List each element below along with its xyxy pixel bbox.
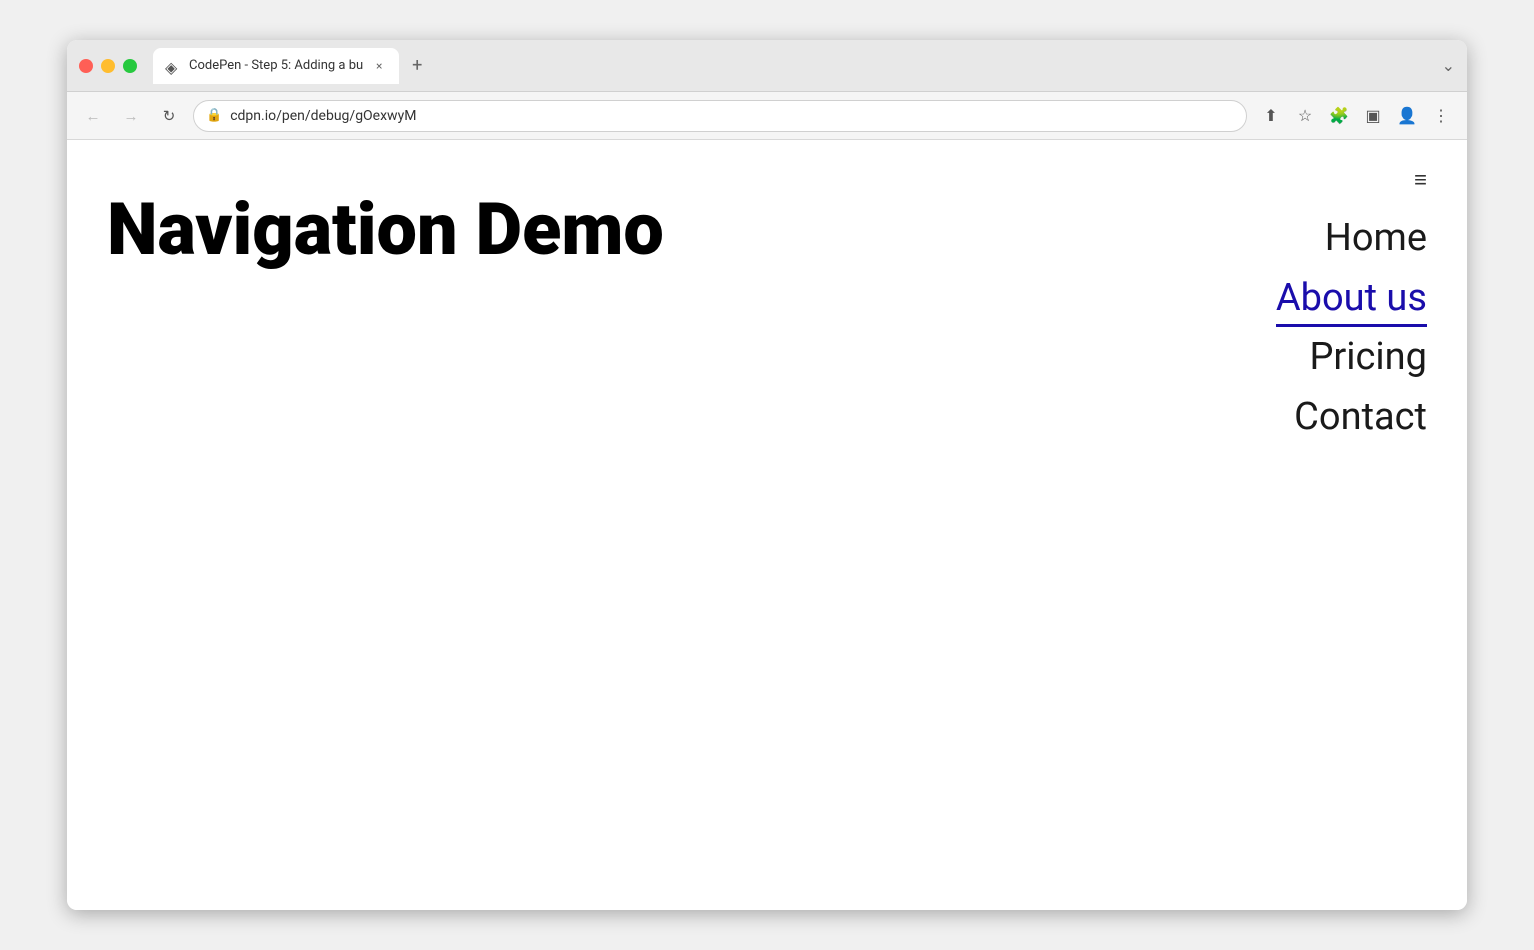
sidebar-button[interactable]: ▣ <box>1359 102 1387 130</box>
maximize-button[interactable] <box>123 59 137 73</box>
nav-link-home[interactable]: Home <box>1325 208 1427 268</box>
profile-button[interactable]: 👤 <box>1393 102 1421 130</box>
tab-close-button[interactable]: × <box>371 58 387 74</box>
browser-window: ◈ CodePen - Step 5: Adding a bu × + ⌄ ← … <box>67 40 1467 910</box>
forward-button[interactable]: → <box>117 102 145 130</box>
nav-links: Home About us Pricing Contact <box>1276 208 1427 447</box>
nav-menu: ≡ Home About us Pricing Contact <box>1276 170 1427 447</box>
hamburger-icon[interactable]: ≡ <box>1414 170 1427 192</box>
active-tab[interactable]: ◈ CodePen - Step 5: Adding a bu × <box>153 48 399 84</box>
tab-bar: ◈ CodePen - Step 5: Adding a bu × + ⌄ <box>153 48 1455 84</box>
page-main: Navigation Demo ≡ Home About us Pricing … <box>67 140 1467 910</box>
menu-button[interactable]: ⋮ <box>1427 102 1455 130</box>
tab-title: CodePen - Step 5: Adding a bu <box>189 58 363 73</box>
tab-dropdown-button[interactable]: ⌄ <box>1442 56 1455 75</box>
nav-link-contact[interactable]: Contact <box>1294 387 1427 447</box>
url-text: cdpn.io/pen/debug/gOexwyM <box>230 108 1234 124</box>
nav-link-about[interactable]: About us <box>1276 268 1427 327</box>
lock-icon: 🔒 <box>206 108 222 123</box>
address-bar: ← → ↻ 🔒 cdpn.io/pen/debug/gOexwyM ⬆ ☆ 🧩 … <box>67 92 1467 140</box>
bookmark-button[interactable]: ☆ <box>1291 102 1319 130</box>
nav-link-pricing[interactable]: Pricing <box>1309 327 1427 387</box>
back-button[interactable]: ← <box>79 102 107 130</box>
extensions-button[interactable]: 🧩 <box>1325 102 1353 130</box>
toolbar-icons: ⬆ ☆ 🧩 ▣ 👤 ⋮ <box>1257 102 1455 130</box>
reload-button[interactable]: ↻ <box>155 102 183 130</box>
title-bar: ◈ CodePen - Step 5: Adding a bu × + ⌄ <box>67 40 1467 92</box>
share-button[interactable]: ⬆ <box>1257 102 1285 130</box>
new-tab-button[interactable]: + <box>403 52 431 80</box>
close-button[interactable] <box>79 59 93 73</box>
traffic-lights <box>79 59 137 73</box>
page-content: Navigation Demo ≡ Home About us Pricing … <box>67 140 1467 910</box>
page-title: Navigation Demo <box>107 190 1427 269</box>
minimize-button[interactable] <box>101 59 115 73</box>
address-input[interactable]: 🔒 cdpn.io/pen/debug/gOexwyM <box>193 100 1247 132</box>
tab-favicon-icon: ◈ <box>165 58 181 74</box>
